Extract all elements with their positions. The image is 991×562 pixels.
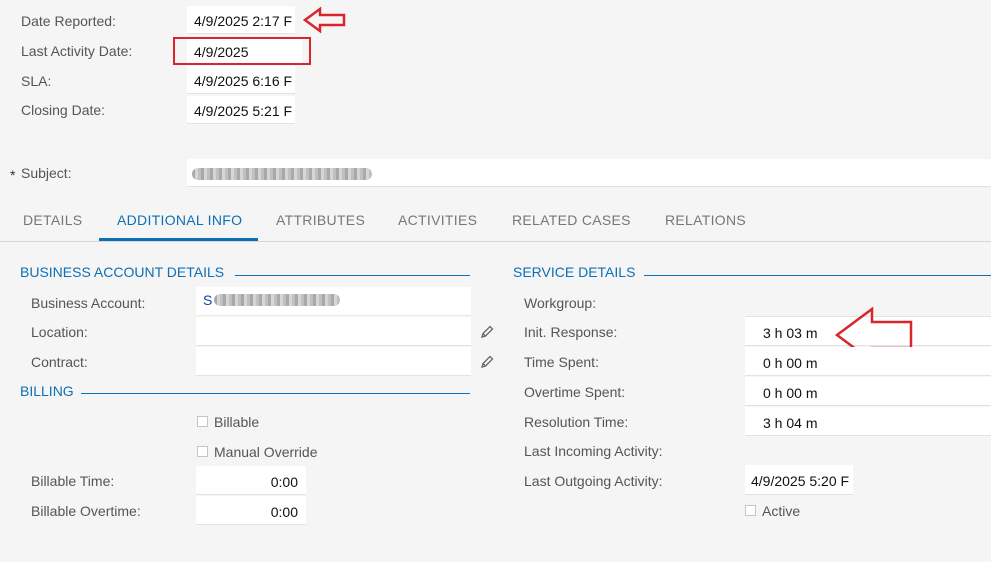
time-spent-label: Time Spent: bbox=[524, 354, 599, 370]
active-label: Active bbox=[762, 503, 801, 519]
date-reported-value: 4/9/2025 2:17 F bbox=[194, 13, 293, 29]
billing-title: BILLING bbox=[20, 383, 74, 399]
redacted-account bbox=[214, 294, 340, 306]
sla-label: SLA: bbox=[21, 73, 52, 89]
init-response-value: 3 h 03 m bbox=[763, 325, 818, 341]
resolution-time-value: 3 h 04 m bbox=[763, 415, 818, 431]
tab-additional-info[interactable]: ADDITIONAL INFO bbox=[117, 212, 242, 228]
tab-activities[interactable]: ACTIVITIES bbox=[398, 212, 477, 228]
business-account-label: Business Account: bbox=[31, 295, 146, 311]
tab-details[interactable]: DETAILS bbox=[23, 212, 82, 228]
section-divider bbox=[235, 275, 470, 276]
billable-checkbox[interactable] bbox=[197, 416, 208, 427]
location-field[interactable] bbox=[196, 317, 471, 346]
subject-label: Subject: bbox=[21, 165, 72, 181]
contract-label: Contract: bbox=[31, 354, 88, 370]
billable-time-field[interactable]: 0:00 bbox=[196, 466, 306, 495]
contract-field[interactable] bbox=[196, 347, 471, 376]
overtime-spent-label: Overtime Spent: bbox=[524, 384, 626, 400]
redacted-subject bbox=[192, 168, 372, 180]
last-outgoing-activity-label: Last Outgoing Activity: bbox=[524, 473, 663, 489]
pencil-icon[interactable] bbox=[479, 354, 495, 370]
time-spent-value: 0 h 00 m bbox=[763, 355, 818, 371]
manual-override-checkbox[interactable] bbox=[197, 446, 208, 457]
last-activity-label: Last Activity Date: bbox=[21, 43, 133, 59]
active-checkbox[interactable] bbox=[745, 505, 756, 516]
tab-active-indicator bbox=[99, 238, 258, 241]
location-label: Location: bbox=[31, 324, 88, 340]
arrow-left-annotation bbox=[303, 6, 346, 34]
resolution-time-label: Resolution Time: bbox=[524, 414, 629, 430]
section-divider bbox=[644, 275, 991, 276]
sla-field[interactable]: 4/9/2025 6:16 F bbox=[187, 66, 295, 94]
date-reported-field[interactable]: 4/9/2025 2:17 F bbox=[187, 6, 295, 34]
highlight-box bbox=[173, 37, 311, 65]
service-details-title: SERVICE DETAILS bbox=[513, 264, 636, 280]
billable-time-label: Billable Time: bbox=[31, 473, 115, 489]
last-outgoing-activity-value: 4/9/2025 5:20 F bbox=[751, 473, 850, 489]
tab-related-cases[interactable]: RELATED CASES bbox=[512, 212, 631, 228]
overtime-spent-field[interactable]: 0 h 00 m bbox=[745, 377, 991, 406]
business-account-link[interactable]: S bbox=[203, 292, 212, 308]
workgroup-label: Workgroup: bbox=[524, 295, 597, 311]
closing-date-field[interactable]: 4/9/2025 5:21 F bbox=[187, 96, 295, 124]
sla-value: 4/9/2025 6:16 F bbox=[194, 73, 293, 89]
billable-time-value: 0:00 bbox=[270, 474, 298, 490]
billable-overtime-value: 0:00 bbox=[270, 504, 298, 520]
init-response-label: Init. Response: bbox=[524, 324, 618, 340]
resolution-time-field[interactable]: 3 h 04 m bbox=[745, 407, 991, 436]
billable-overtime-field[interactable]: 0:00 bbox=[196, 496, 306, 525]
tab-relations[interactable]: RELATIONS bbox=[665, 212, 746, 228]
section-divider bbox=[81, 393, 470, 394]
time-spent-field[interactable]: 0 h 00 m bbox=[745, 347, 991, 376]
tab-attributes[interactable]: ATTRIBUTES bbox=[276, 212, 365, 228]
manual-override-label: Manual Override bbox=[214, 444, 318, 460]
closing-date-label: Closing Date: bbox=[21, 102, 106, 118]
overtime-spent-value: 0 h 00 m bbox=[763, 385, 818, 401]
billable-label: Billable bbox=[214, 414, 260, 430]
closing-date-value: 4/9/2025 5:21 F bbox=[194, 103, 293, 119]
business-account-title: BUSINESS ACCOUNT DETAILS bbox=[20, 264, 225, 280]
date-reported-label: Date Reported: bbox=[21, 13, 116, 29]
required-marker: * bbox=[10, 167, 16, 183]
billable-overtime-label: Billable Overtime: bbox=[31, 503, 141, 519]
last-incoming-activity-label: Last Incoming Activity: bbox=[524, 443, 663, 459]
pencil-icon[interactable] bbox=[479, 324, 495, 340]
last-outgoing-activity-field[interactable]: 4/9/2025 5:20 F bbox=[745, 465, 853, 495]
